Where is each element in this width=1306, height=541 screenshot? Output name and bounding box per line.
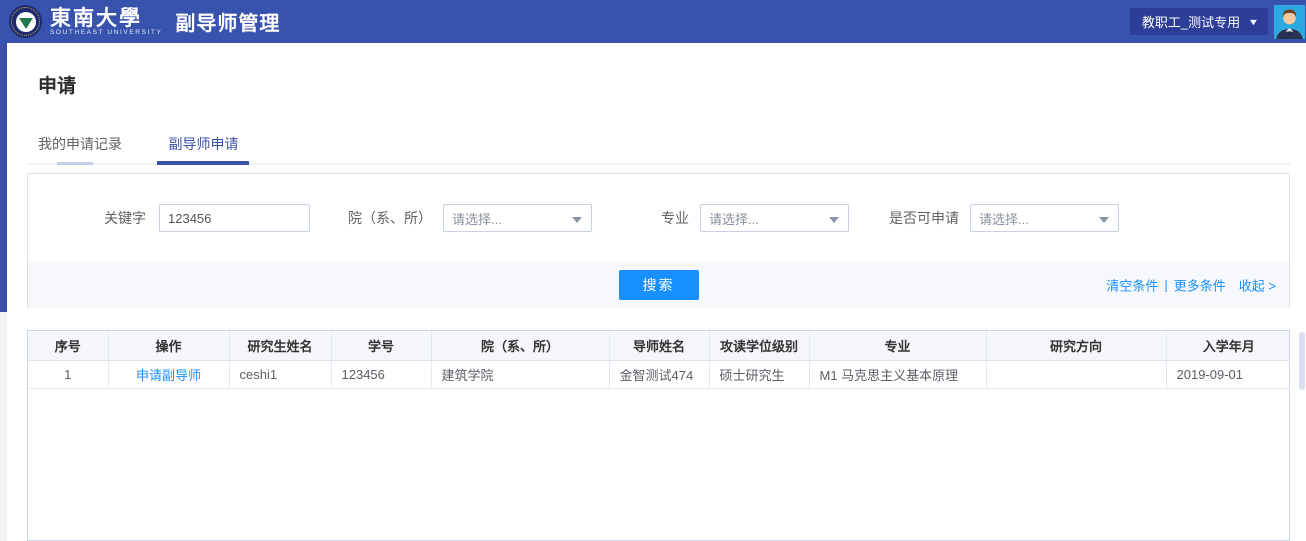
right-scrollbar-thumb[interactable] bbox=[1299, 332, 1305, 390]
cell-department: 建筑学院 bbox=[431, 360, 609, 388]
major-label: 专业 bbox=[661, 208, 689, 228]
tab-bar: 我的申请记录 副导师申请 bbox=[27, 128, 1290, 165]
search-button[interactable]: 搜索 bbox=[619, 270, 699, 300]
user-role-label: 教职工_测试专用 bbox=[1142, 12, 1240, 31]
table-header-row: 序号 操作 研究生姓名 学号 院（系、所） 导师姓名 攻读学位级别 专业 研究方… bbox=[28, 331, 1290, 360]
app-title: 副导师管理 bbox=[175, 7, 280, 36]
university-wordmark: 東南大學 SOUTHEAST UNIVERSITY bbox=[50, 7, 162, 37]
tab-my-application-records[interactable]: 我的申请记录 bbox=[27, 128, 133, 165]
col-header-student-name: 研究生姓名 bbox=[229, 331, 331, 360]
chevron-down-icon bbox=[829, 217, 839, 223]
cell-research-direction bbox=[986, 360, 1166, 388]
left-scrollbar-thumb[interactable] bbox=[0, 43, 7, 312]
user-role-dropdown[interactable]: 教职工_测试专用 ▼ bbox=[1130, 8, 1268, 35]
filter-panel: 关键字 院（系、所） 请选择... 专业 请选择... 是否可申请 请选择... bbox=[27, 173, 1290, 308]
chevron-down-icon bbox=[572, 217, 582, 223]
table-row: 1 申请副导师 ceshi1 123456 建筑学院 金智测试474 硕士研究生… bbox=[28, 360, 1290, 388]
cell-major: M1 马克思主义基本原理 bbox=[809, 360, 986, 388]
department-select-value: 请选择... bbox=[452, 209, 502, 228]
cell-student-id: 123456 bbox=[331, 360, 431, 388]
cell-degree-level: 硕士研究生 bbox=[709, 360, 809, 388]
cell-index: 1 bbox=[28, 360, 108, 388]
left-scrollbar-track bbox=[0, 43, 7, 541]
col-header-enrollment-date: 入学年月 bbox=[1166, 331, 1290, 360]
collapse-link[interactable]: 收起 > bbox=[1239, 276, 1276, 295]
chevron-down-icon bbox=[1099, 217, 1109, 223]
major-select-value: 请选择... bbox=[709, 209, 759, 228]
major-select[interactable]: 请选择... bbox=[700, 204, 849, 232]
col-header-operation: 操作 bbox=[108, 331, 229, 360]
avatar[interactable] bbox=[1274, 5, 1305, 39]
col-header-department: 院（系、所） bbox=[431, 331, 609, 360]
col-header-research-direction: 研究方向 bbox=[986, 331, 1166, 360]
more-conditions-link[interactable]: 更多条件 bbox=[1174, 276, 1226, 295]
cell-enrollment-date: 2019-09-01 bbox=[1166, 360, 1290, 388]
apply-associate-supervisor-link[interactable]: 申请副导师 bbox=[136, 368, 201, 383]
col-header-student-id: 学号 bbox=[331, 331, 431, 360]
col-header-degree-level: 攻读学位级别 bbox=[709, 331, 809, 360]
tab-indicator bbox=[57, 162, 93, 165]
link-divider: | bbox=[1164, 278, 1167, 293]
col-header-major: 专业 bbox=[809, 331, 986, 360]
results-table: 序号 操作 研究生姓名 学号 院（系、所） 导师姓名 攻读学位级别 专业 研究方… bbox=[28, 331, 1290, 389]
col-header-index: 序号 bbox=[28, 331, 108, 360]
university-name-zh: 東南大學 bbox=[50, 7, 162, 28]
filter-action-row: 搜索 清空条件 | 更多条件 收起 > bbox=[28, 262, 1289, 308]
can-apply-select[interactable]: 请选择... bbox=[970, 204, 1119, 232]
cell-student-name: ceshi1 bbox=[229, 360, 331, 388]
can-apply-select-value: 请选择... bbox=[979, 209, 1029, 228]
department-label: 院（系、所） bbox=[348, 208, 432, 228]
university-logo-icon bbox=[9, 5, 42, 38]
university-name-en: SOUTHEAST UNIVERSITY bbox=[50, 30, 162, 37]
col-header-supervisor-name: 导师姓名 bbox=[609, 331, 709, 360]
clear-conditions-link[interactable]: 清空条件 bbox=[1106, 276, 1158, 295]
department-select[interactable]: 请选择... bbox=[443, 204, 592, 232]
results-table-container: 序号 操作 研究生姓名 学号 院（系、所） 导师姓名 攻读学位级别 专业 研究方… bbox=[27, 330, 1290, 541]
page-title: 申请 bbox=[38, 71, 76, 98]
can-apply-label: 是否可申请 bbox=[889, 208, 959, 228]
tab-associate-supervisor-application[interactable]: 副导师申请 bbox=[157, 128, 249, 165]
cell-supervisor-name: 金智测试474 bbox=[609, 360, 709, 388]
app-header: 東南大學 SOUTHEAST UNIVERSITY 副导师管理 教职工_测试专用… bbox=[0, 0, 1306, 43]
keyword-label: 关键字 bbox=[104, 208, 146, 228]
chevron-down-icon: ▼ bbox=[1248, 17, 1260, 27]
keyword-input[interactable] bbox=[159, 204, 310, 232]
